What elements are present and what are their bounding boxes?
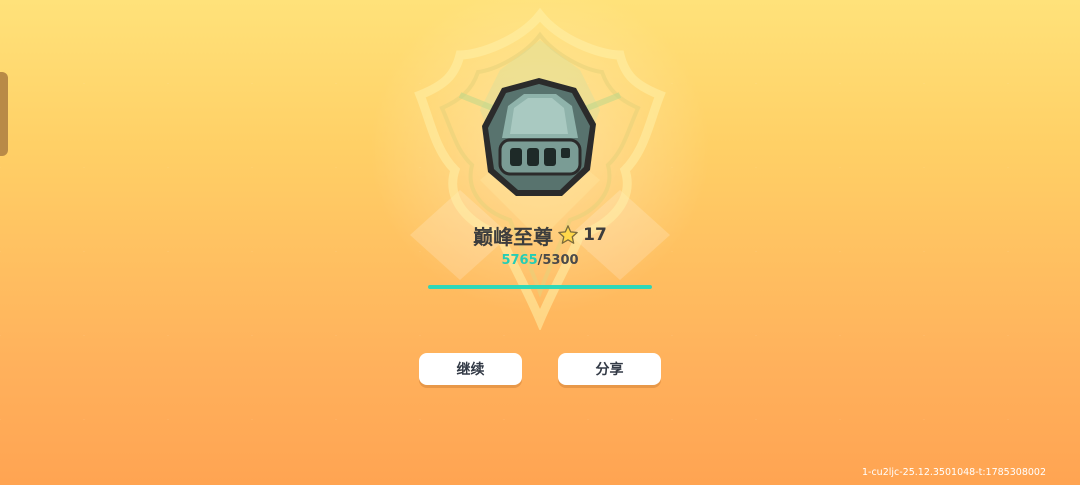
helmet-icon — [482, 78, 596, 196]
score-readout: 5765/5300 — [0, 253, 1080, 268]
rank-progress-bar — [428, 285, 652, 289]
version-label: 1-cu2ljc-25.12.3501048-t:1785308002 — [861, 467, 1046, 478]
score-total: 5300 — [542, 253, 579, 268]
rank-progress-fill — [428, 285, 652, 289]
rank-name: 巅峰至尊 — [473, 224, 554, 249]
rank-level: 17 — [583, 225, 607, 245]
share-button-label: 分享 — [595, 362, 624, 378]
rank-result-screen: 巅峰至尊 17 5765/5300 继续 分享 1-cu2ljc-25.12.3… — [0, 0, 1080, 485]
continue-button-label: 继续 — [456, 362, 485, 378]
rank-title-row: 巅峰至尊 17 — [0, 220, 1080, 250]
continue-button[interactable]: 继续 — [419, 353, 522, 385]
share-button[interactable]: 分享 — [558, 353, 661, 385]
side-drawer-handle[interactable] — [0, 72, 8, 156]
star-icon — [558, 225, 578, 244]
score-current: 5765 — [501, 253, 538, 268]
